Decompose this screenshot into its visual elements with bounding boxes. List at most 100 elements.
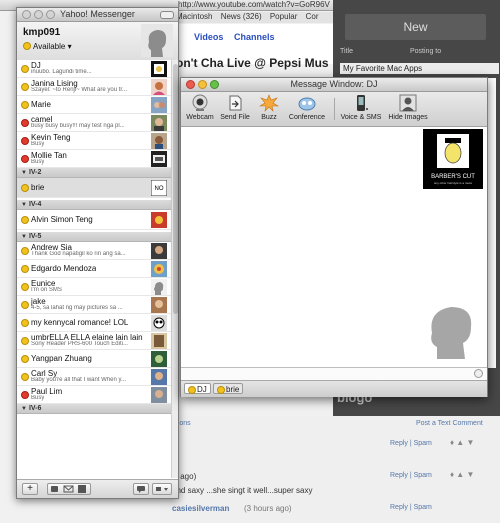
svg-text:NO: NO (155, 186, 164, 192)
blog-posting-to-label: Posting to (410, 48, 442, 55)
thumbs-icon[interactable]: ♦ ▲ ▼ (450, 470, 474, 479)
thumbs-icon[interactable]: ♦ ▲ ▼ (450, 438, 474, 447)
group-header-iv-2[interactable]: ▼ IV-2 (17, 168, 171, 178)
buddy-row-andrew-sia[interactable]: Andrew Sia Thank God napatigil ko rin an… (17, 242, 171, 260)
emoticon-icon[interactable] (474, 369, 483, 378)
group-header-iv-6[interactable]: ▼ IV-6 (17, 404, 171, 414)
blog-title-row: Title Posting to (340, 48, 441, 55)
post-comment-link[interactable]: Post a Text Comment (416, 420, 483, 427)
blog-title-field[interactable]: My Favorite Mac Apps (340, 63, 499, 74)
buddy-row-kevin-teng[interactable]: Kevin Teng Busy (17, 132, 171, 150)
group-header-iv-5[interactable]: ▼ IV-5 (17, 232, 171, 242)
blog-new-button[interactable]: New (345, 14, 486, 40)
button-label: Webcam (186, 114, 214, 121)
group-name: IV-5 (28, 233, 42, 240)
chat-button[interactable] (133, 483, 149, 495)
tab-dj[interactable]: DJ (184, 383, 211, 394)
buddy-avatar (151, 297, 167, 313)
buddy-status-message: busy busy busy!!! may test nga pl... (31, 123, 125, 129)
disclosure-triangle-icon[interactable]: ▼ (21, 234, 27, 240)
button-label: Hide Images (388, 114, 428, 121)
conversation-area[interactable]: BARBER'S CUT any other hairstyle is a me… (181, 127, 487, 367)
buddy-avatar (151, 315, 167, 331)
busy-status-icon (21, 155, 29, 163)
available-status-icon (21, 83, 29, 91)
buddy-row-carl-sy[interactable]: Carl Sy Baby you're all that I want When… (17, 368, 171, 386)
buddy-row-eunice[interactable]: Eunice I'm on SMS (17, 278, 171, 296)
bookmark-item[interactable]: News (326) (221, 12, 262, 21)
buddy-status-message: I'm on SMS (31, 287, 62, 293)
webcam-button[interactable]: Webcam (184, 94, 216, 124)
buddy-row-paul-lim[interactable]: Paul Lim Busy (17, 386, 171, 404)
my-avatar-large (423, 297, 483, 359)
buddy-row-dj[interactable]: DJ inuubo. Lagundi time... (17, 60, 171, 78)
reply-spam-link[interactable]: Reply | Spam (390, 472, 432, 479)
buzz-button[interactable]: Buzz (254, 94, 284, 124)
buddy-list-scrollbar[interactable] (171, 60, 178, 478)
contact-actions-button-group[interactable] (47, 483, 91, 495)
buddy-avatar (151, 212, 167, 228)
available-status-icon (21, 247, 29, 255)
bookmark-item[interactable]: Cor (306, 12, 319, 21)
buddy-status-message: Busy (31, 395, 45, 401)
buddy-status-message: Busy (31, 141, 45, 147)
buddy-row-yangpan-zhuang[interactable]: Yangpan Zhuang (17, 350, 171, 368)
buddy-row-janina-lising[interactable]: Janina Lising Szayel: ~to Renji~ What ar… (17, 78, 171, 96)
disclosure-triangle-icon[interactable]: ▼ (21, 406, 27, 412)
busy-status-icon (21, 119, 29, 127)
scrollbar-thumb[interactable] (173, 64, 178, 314)
buddy-row-umbrella-ella[interactable]: umbrELLA ELLA elaine lain lain Sony Read… (17, 332, 171, 350)
nav-channels-link[interactable]: Channels (234, 32, 275, 42)
silhouette-icon (141, 24, 173, 57)
tab-brie[interactable]: brie (213, 383, 243, 394)
button-label: Voice & SMS (340, 114, 382, 121)
display-options-button[interactable] (152, 483, 172, 495)
buddy-status-message: Busy (31, 159, 45, 165)
barbers-cut-avatar: BARBER'S CUT any other hairstyle is a me… (423, 129, 483, 189)
available-status-icon (21, 216, 29, 224)
tab-label: brie (226, 385, 240, 394)
buddy-row-camel[interactable]: camel busy busy busy!!! may test nga pl.… (17, 114, 171, 132)
bookmark-item[interactable]: Macintosh (176, 12, 212, 21)
buddy-row-alvin-simon-teng[interactable]: Alvin Simon Teng (17, 210, 171, 230)
bookmark-item[interactable]: Popular (270, 12, 298, 21)
reply-spam-link[interactable]: Reply | Spam (390, 440, 432, 447)
buddy-row-jake[interactable]: jake 4-5, sa lahat ng may pictures sa ..… (17, 296, 171, 314)
buddy-avatar (151, 79, 167, 95)
my-avatar[interactable] (141, 24, 173, 57)
disclosure-triangle-icon[interactable]: ▼ (21, 202, 27, 208)
messenger-titlebar[interactable]: Yahoo! Messenger (17, 8, 178, 22)
buddy-row-mollie-tan[interactable]: Mollie Tan Busy (17, 150, 171, 168)
buddy-avatar (151, 61, 167, 77)
conference-button[interactable]: Conference (285, 94, 329, 124)
buddy-name: Alvin Simon Teng (31, 215, 93, 224)
disclosure-triangle-icon[interactable]: ▼ (21, 170, 27, 176)
message-window-titlebar[interactable]: Message Window: DJ (181, 78, 487, 92)
buddy-row-marie[interactable]: Marie (17, 96, 171, 114)
send-file-button[interactable]: Send File (217, 94, 253, 124)
group-name: IV-6 (28, 405, 42, 412)
add-contact-button[interactable]: + (22, 483, 38, 495)
message-input-area[interactable] (181, 367, 487, 380)
plus-icon: + (27, 483, 33, 494)
hide-images-button[interactable]: Hide Images (385, 94, 431, 124)
available-status-icon (21, 101, 29, 109)
nav-videos-link[interactable]: Videos (194, 32, 223, 42)
browser-url[interactable]: http://www.youtube.com/watch?v=GoR96V (178, 0, 330, 9)
message-input[interactable] (183, 368, 463, 378)
buddy-row-my-kennycal-romance[interactable]: my kennycal romance! LOL (17, 314, 171, 332)
conversation-tabs: DJ brie (181, 380, 487, 397)
buddy-row-brie[interactable]: brie NO (17, 178, 171, 198)
commenter-name[interactable]: casiesilverman (172, 504, 229, 513)
group-header-iv-4[interactable]: ▼ IV-4 (17, 200, 171, 210)
voice-sms-button[interactable]: Voice & SMS (339, 94, 383, 124)
buddy-list[interactable]: DJ inuubo. Lagundi time... Janina Lising… (17, 60, 171, 478)
buddy-status-message: 4-5, sa lahat ng may pictures sa ... (31, 305, 123, 311)
toolbar-toggle-button[interactable] (160, 11, 174, 19)
messenger-profile-header: kmp091 Available ▾ (17, 22, 178, 60)
buddy-row-edgardo-mendoza[interactable]: Edgardo Mendoza (17, 260, 171, 278)
reply-spam-link[interactable]: Reply | Spam (390, 504, 432, 511)
window-title: Yahoo! Messenger (60, 9, 135, 19)
buddy-avatar (151, 333, 167, 349)
status-selector[interactable]: Available ▾ (23, 42, 72, 51)
